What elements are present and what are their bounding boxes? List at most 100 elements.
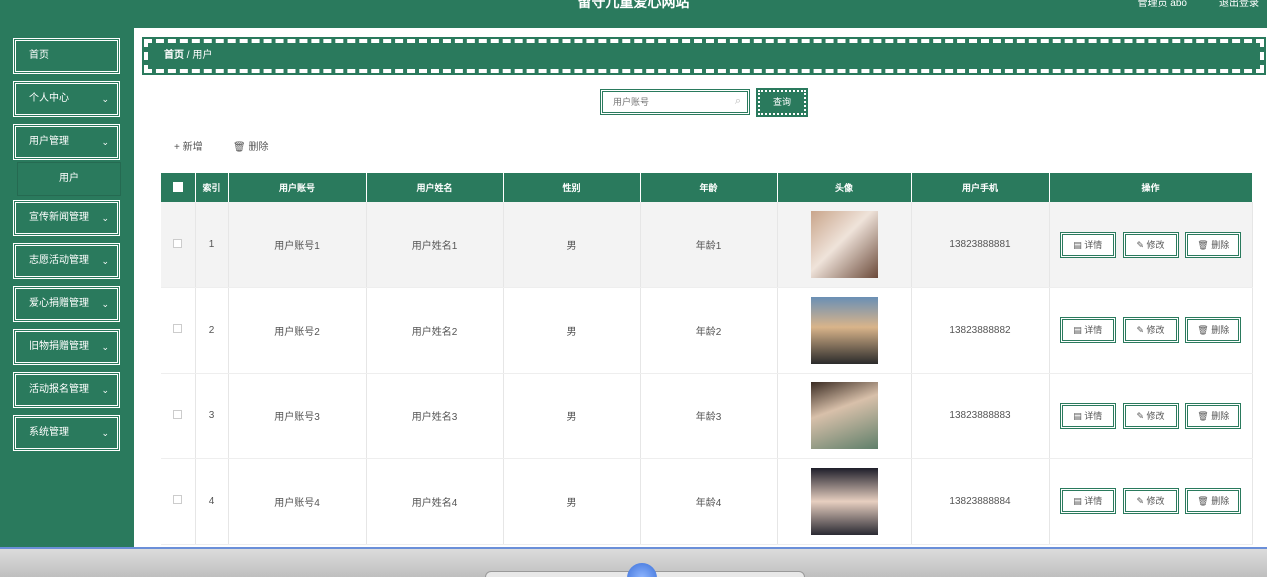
sidebar-item-home[interactable]: 首页 [13,38,120,74]
site-title: 留守儿童爱心网站 [577,0,690,10]
pencil-icon: ✎ [1136,410,1144,421]
chevron-down-icon: ⌄ [101,385,109,395]
sidebar-item-volunteer-management[interactable]: 志愿活动管理 ⌄ [13,243,120,279]
sidebar-item-user-management[interactable]: 用户管理 ⌄ [13,124,120,160]
document-icon: ▤ [1073,496,1082,507]
search-field: ⌕ [600,89,750,115]
cell-age: 年龄3 [640,373,778,459]
cell-actions: ▤ 详情 ✎ 修改 🗑 删除 [1049,458,1253,545]
document-icon: ▤ [1073,410,1082,421]
cell-age: 年龄1 [640,202,778,288]
cell-name: 用户姓名4 [366,458,504,545]
sidebar-item-system-management[interactable]: 系统管理 ⌄ [13,415,120,451]
avatar [810,296,878,364]
sidebar: 首页 个人中心 ⌄ 用户管理 ⌄ 用户 宣传新闻管理 ⌄ 志愿活动管理 ⌄ 爱心捐赠管理… [0,28,134,577]
row-checkbox[interactable] [161,202,196,288]
cell-avatar [777,202,912,288]
chevron-down-icon: ⌄ [101,299,109,309]
cell-name: 用户姓名1 [366,202,504,288]
sidebar-item-personal-center[interactable]: 个人中心 ⌄ [13,81,120,117]
document-icon: ▤ [1073,325,1082,336]
cell-name: 用户姓名3 [366,373,504,459]
os-taskbar [0,547,1267,577]
trash-icon: 🗑 [1197,325,1209,336]
header-avatar: 头像 [777,173,912,202]
document-icon: ▤ [1073,239,1082,250]
detail-button[interactable]: ▤ 详情 [1059,231,1116,258]
row-checkbox[interactable] [161,287,196,374]
cell-gender: 男 [503,458,641,545]
cell-index: 4 [195,458,229,545]
delete-row-button[interactable]: 🗑 删除 [1185,488,1242,515]
avatar [810,382,878,450]
trash-icon: 🗑 [1197,496,1209,507]
delete-row-button[interactable]: 🗑 删除 [1185,317,1242,344]
cell-account: 用户账号4 [228,458,367,545]
cell-index: 1 [195,202,229,288]
cell-phone: 13823888884 [911,458,1050,545]
cell-name: 用户姓名2 [366,287,504,374]
cell-age: 年龄2 [640,287,778,374]
logout-link[interactable]: 退出登录 [1219,0,1259,9]
delete-row-button[interactable]: 🗑 删除 [1185,402,1242,429]
table-header-row: 索引 用户账号 用户姓名 性别 年龄 头像 用户手机 操作 [161,173,1253,202]
search-button[interactable]: 查询 [756,88,808,117]
chevron-down-icon: ⌄ [101,137,109,147]
edit-button[interactable]: ✎ 修改 [1122,402,1179,429]
sidebar-item-donation-management[interactable]: 爱心捐赠管理 ⌄ [13,286,120,322]
breadcrumb-current: 用户 [192,50,213,61]
delete-button[interactable]: 🗑 删除 [233,138,268,153]
row-checkbox[interactable] [161,458,196,545]
trash-icon: 🗑 [233,142,246,153]
edit-button[interactable]: ✎ 修改 [1122,488,1179,515]
header-phone: 用户手机 [911,173,1050,202]
cell-gender: 男 [503,373,641,459]
cell-index: 2 [195,287,229,374]
cell-actions: ▤ 详情 ✎ 修改 🗑 删除 [1049,202,1253,288]
sidebar-item-signup-management[interactable]: 活动报名管理 ⌄ [13,372,120,408]
cell-gender: 男 [503,202,641,288]
select-all-checkbox[interactable] [161,173,196,202]
pencil-icon: ✎ [1136,496,1144,507]
detail-button[interactable]: ▤ 详情 [1059,317,1116,344]
detail-button[interactable]: ▤ 详情 [1059,488,1116,515]
search-input[interactable] [603,92,723,112]
header-actions: 操作 [1049,173,1253,202]
header-name: 用户姓名 [366,173,504,202]
sidebar-item-news-management[interactable]: 宣传新闻管理 ⌄ [13,200,120,236]
cell-actions: ▤ 详情 ✎ 修改 🗑 删除 [1049,287,1253,374]
cell-avatar [777,373,912,459]
chevron-down-icon: ⌄ [101,256,109,266]
cell-phone: 13823888882 [911,287,1050,374]
delete-row-button[interactable]: 🗑 删除 [1185,231,1242,258]
start-orb-icon[interactable] [627,563,657,577]
table-row: 4 用户账号4 用户姓名4 男 年龄4 13823888884 ▤ 详情 ✎ 修… [161,458,1253,545]
table-row: 3 用户账号3 用户姓名3 男 年龄3 13823888883 ▤ 详情 ✎ 修… [161,373,1253,459]
chevron-down-icon: ⌄ [101,213,109,223]
chevron-down-icon: ⌄ [101,94,109,104]
header-age: 年龄 [640,173,778,202]
edit-button[interactable]: ✎ 修改 [1122,231,1179,258]
cell-gender: 男 [503,287,641,374]
pencil-icon: ✎ [1136,239,1144,250]
chevron-down-icon: ⌄ [101,342,109,352]
header-index: 索引 [195,173,229,202]
avatar [810,467,878,535]
search-icon: ⌕ [734,95,741,107]
table-row: 2 用户账号2 用户姓名2 男 年龄2 13823888882 ▤ 详情 ✎ 修… [161,287,1253,374]
detail-button[interactable]: ▤ 详情 [1059,402,1116,429]
edit-button[interactable]: ✎ 修改 [1122,317,1179,344]
cell-account: 用户账号1 [228,202,367,288]
add-button[interactable]: + 新增 [174,138,203,153]
cell-account: 用户账号3 [228,373,367,459]
top-bar: 留守儿童爱心网站 管理员 abo 退出登录 [0,0,1267,28]
trash-icon: 🗑 [1197,410,1209,421]
breadcrumb: 首页 / 用户 [142,37,1266,75]
sidebar-subitem-user[interactable]: 用户 [17,162,121,196]
breadcrumb-home[interactable]: 首页 [164,50,184,61]
row-checkbox[interactable] [161,373,196,459]
sidebar-item-used-items-management[interactable]: 旧物捐赠管理 ⌄ [13,329,120,365]
user-table: 索引 用户账号 用户姓名 性别 年龄 头像 用户手机 操作 1 用户账号1 用户… [161,173,1253,545]
header-gender: 性别 [503,173,641,202]
cell-avatar [777,287,912,374]
